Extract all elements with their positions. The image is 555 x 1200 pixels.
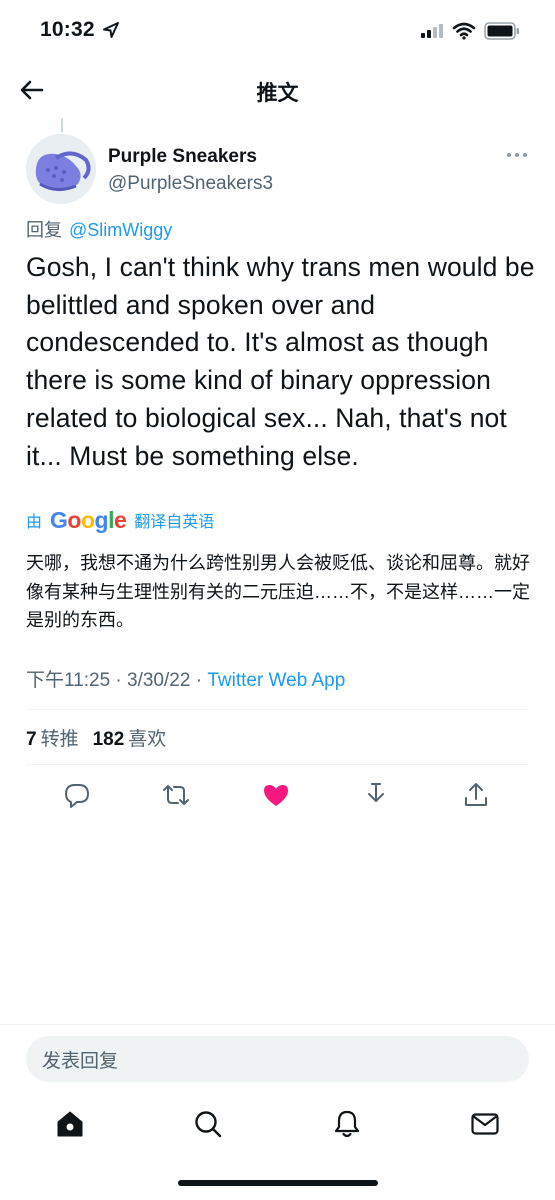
wifi-icon bbox=[452, 22, 476, 40]
reply-mention-link[interactable]: @SlimWiggy bbox=[69, 220, 172, 240]
retweets-count: 7 bbox=[26, 729, 37, 750]
tweet-stats: 7 转推 182 喜欢 bbox=[26, 724, 166, 751]
likes-count: 182 bbox=[92, 729, 125, 750]
avatar[interactable] bbox=[26, 134, 96, 204]
tweet-actions bbox=[26, 776, 529, 812]
page-title: 推文 bbox=[256, 82, 299, 105]
translated-text: 天哪，我想不通为什么跨性别男人会被贬低、谈论和屈尊。就好像有某种与生理性别有关的… bbox=[26, 553, 530, 630]
home-indicator bbox=[178, 1180, 378, 1186]
translate-suffix: 翻译自英语 bbox=[134, 514, 215, 531]
reply-context: 回复 @SlimWiggy bbox=[26, 216, 172, 242]
retweets-stat[interactable]: 7 转推 bbox=[26, 724, 79, 751]
more-options-icon[interactable] bbox=[506, 150, 528, 160]
bookmark-icon[interactable] bbox=[361, 780, 391, 810]
tweet-metadata: 下午11:25 · 3/30/22 · Twitter Web App bbox=[26, 665, 345, 692]
reply-icon[interactable] bbox=[62, 780, 92, 810]
notifications-icon[interactable] bbox=[331, 1108, 363, 1140]
search-icon[interactable] bbox=[192, 1108, 224, 1140]
retweet-icon[interactable] bbox=[161, 780, 191, 810]
author-name[interactable]: Purple Sneakers bbox=[108, 146, 257, 168]
translation-attribution[interactable]: 由 Google 翻译自英语 bbox=[26, 505, 214, 535]
divider bbox=[0, 1024, 555, 1025]
like-icon-filled[interactable] bbox=[261, 780, 291, 810]
author-handle[interactable]: @PurpleSneakers3 bbox=[108, 173, 273, 195]
battery-icon bbox=[484, 22, 519, 40]
cellular-signal-icon bbox=[421, 24, 443, 38]
divider bbox=[26, 709, 529, 710]
likes-label: 喜欢 bbox=[128, 729, 167, 750]
reply-prefix: 回复 bbox=[26, 220, 62, 240]
messages-icon[interactable] bbox=[469, 1108, 501, 1140]
translate-prefix: 由 bbox=[26, 514, 43, 531]
reply-placeholder: 发表回复 bbox=[42, 1050, 119, 1072]
status-time: 10:32 bbox=[40, 18, 95, 41]
tweet-header: 推文 bbox=[0, 62, 555, 118]
divider bbox=[26, 764, 529, 765]
share-icon[interactable] bbox=[461, 780, 491, 810]
status-bar: 10:32 bbox=[0, 0, 555, 62]
tweet-timestamp[interactable]: 下午11:25 · 3/30/22 · bbox=[26, 670, 207, 691]
retweets-label: 转推 bbox=[40, 729, 79, 750]
likes-stat[interactable]: 182 喜欢 bbox=[93, 724, 167, 751]
source-app-link[interactable]: Twitter Web App bbox=[207, 670, 345, 691]
reply-input[interactable]: 发表回复 bbox=[26, 1036, 529, 1082]
location-arrow-icon bbox=[103, 22, 119, 38]
tweet-text: Gosh, I can't think why trans men would … bbox=[26, 252, 535, 471]
thread-connector bbox=[61, 118, 63, 132]
home-icon[interactable] bbox=[54, 1108, 86, 1140]
bottom-tab-bar bbox=[0, 1100, 555, 1160]
purple-crocs-avatar-image bbox=[26, 134, 96, 204]
google-logo: Google bbox=[50, 506, 127, 533]
